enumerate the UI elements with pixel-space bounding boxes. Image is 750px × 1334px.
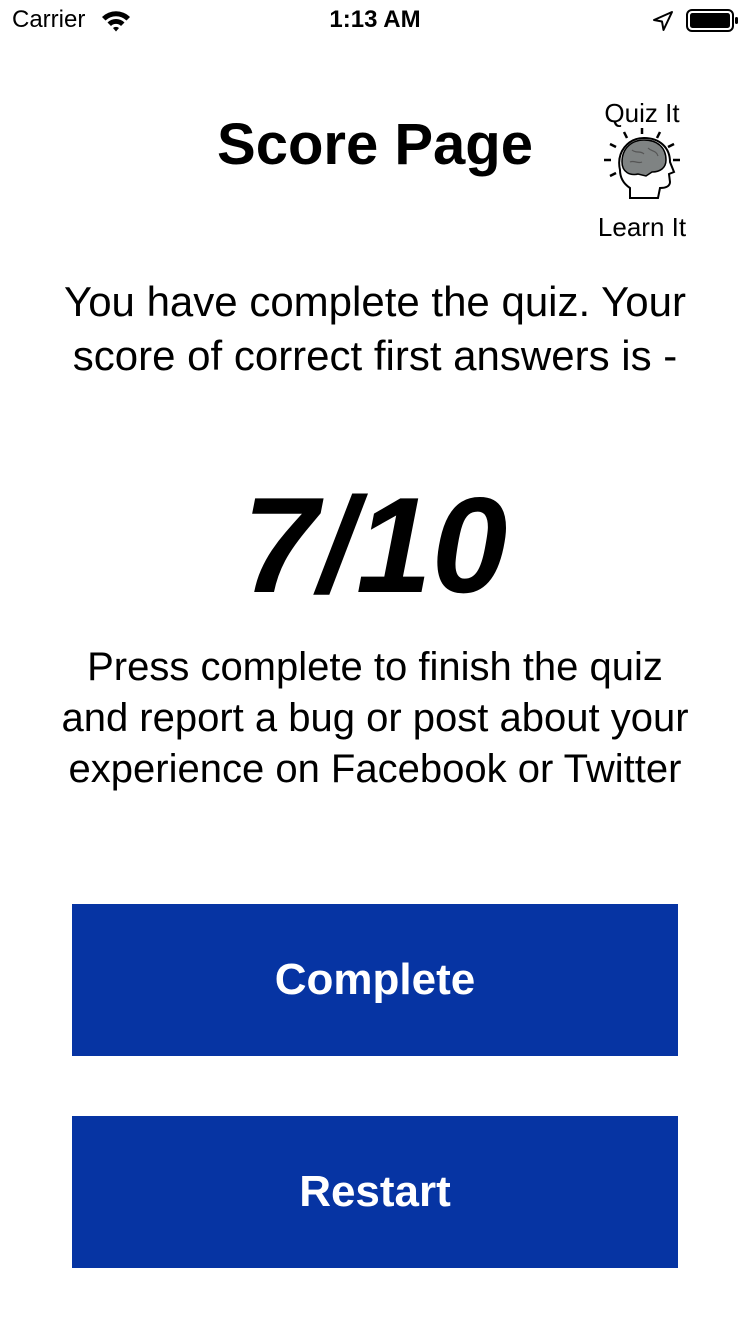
complete-button[interactable]: Complete — [72, 904, 678, 1056]
status-time: 1:13 AM — [329, 6, 421, 33]
restart-button[interactable]: Restart — [72, 1116, 678, 1268]
logo-top-text: Quiz It — [604, 98, 680, 128]
logo-bottom-text: Learn It — [597, 212, 687, 242]
score-value: 7/10 — [242, 469, 508, 621]
battery-icon — [686, 9, 740, 38]
completion-message: You have complete the quiz. Your score o… — [64, 278, 686, 379]
brain-head-icon — [602, 126, 682, 217]
quiz-logo: Quiz It Learn It — [588, 96, 696, 246]
instructions-text: Press complete to finish the quiz and re… — [61, 645, 689, 791]
status-bar: Carrier 1:13 AM — [0, 0, 750, 40]
location-arrow-icon — [652, 10, 674, 37]
